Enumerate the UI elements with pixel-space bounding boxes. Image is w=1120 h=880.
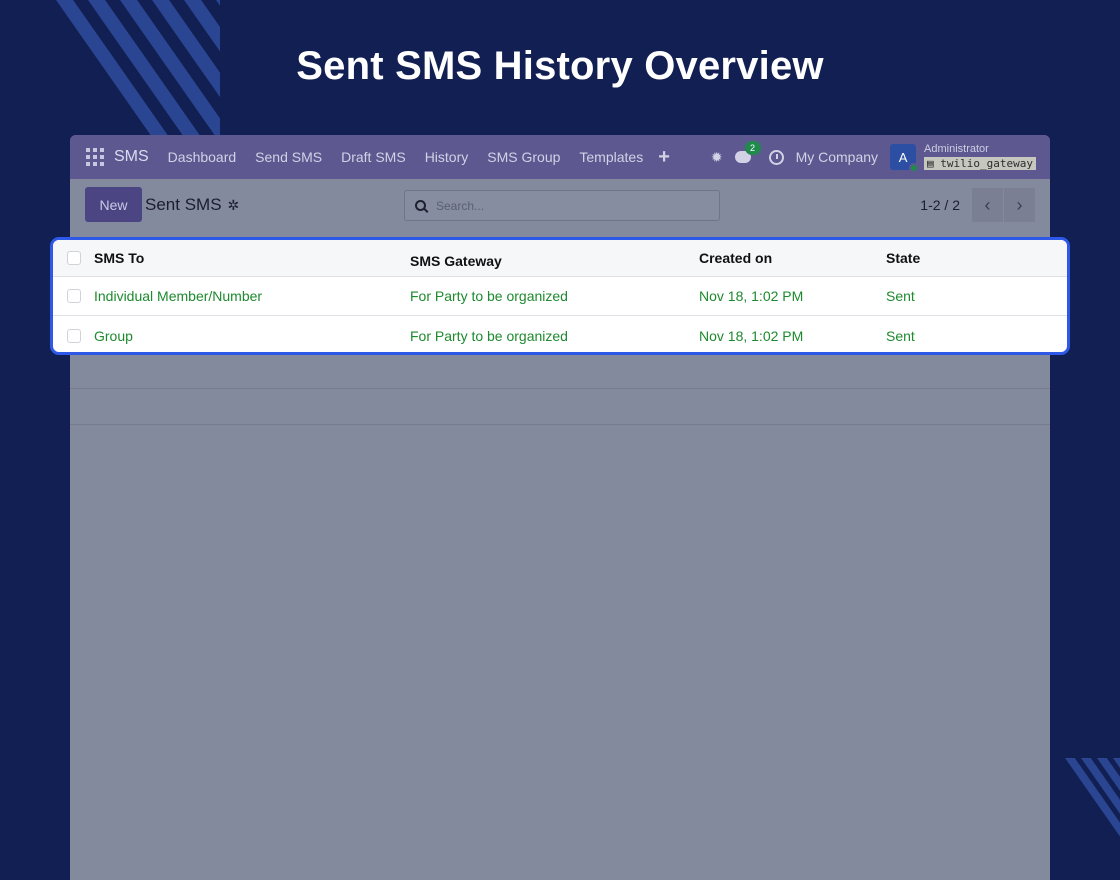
add-menu-icon[interactable]: + [658, 146, 670, 169]
search-icon [415, 200, 426, 211]
activity-clock-icon[interactable] [768, 149, 784, 165]
empty-row [70, 389, 1050, 425]
message-count-badge: 2 [744, 141, 761, 155]
nav-item-sms-group[interactable]: SMS Group [487, 149, 560, 165]
sent-sms-table: SMS To SMS Gateway Created on State Indi… [50, 237, 1070, 355]
column-header-sms-gateway[interactable]: SMS Gateway [410, 253, 502, 269]
decorative-stripes-bottom-right [1048, 758, 1120, 880]
column-header-created-on[interactable]: Created on [699, 250, 772, 266]
gear-icon[interactable]: ✲ [228, 197, 240, 214]
nav-item-templates[interactable]: Templates [579, 149, 643, 165]
nav-item-history[interactable]: History [425, 149, 469, 165]
user-menu[interactable]: Administrator ▤ twilio_gateway [924, 144, 1036, 170]
search-input[interactable] [436, 198, 696, 213]
company-switcher[interactable]: My Company [796, 149, 878, 165]
column-header-sms-to[interactable]: SMS To [94, 250, 144, 266]
breadcrumb-current: Sent SMS [145, 195, 222, 214]
new-button[interactable]: New [85, 187, 142, 222]
search-bar[interactable] [404, 190, 720, 221]
cell-state: Sent [886, 327, 915, 344]
column-header-state[interactable]: State [886, 250, 920, 266]
user-name: Administrator [924, 143, 989, 155]
cell-sms-gateway: For Party to be organized [410, 288, 568, 304]
app-menu-icon[interactable] [86, 148, 104, 166]
table-row[interactable]: Individual Member/Number For Party to be… [53, 277, 1067, 316]
page-heading: Sent SMS History Overview [296, 44, 824, 88]
empty-row [70, 353, 1050, 389]
control-panel: New Sent SMS ✲ 1-2 / 2 ‹ › [70, 179, 1050, 237]
pager-next-icon[interactable]: › [1004, 188, 1035, 222]
select-all-checkbox[interactable] [67, 251, 81, 265]
cell-sms-to: Individual Member/Number [94, 288, 263, 304]
online-status-icon [909, 163, 920, 173]
cell-created-on: Nov 18, 1:02 PM [699, 327, 804, 344]
row-checkbox[interactable] [67, 328, 81, 343]
breadcrumb: Sent SMS ✲ [145, 195, 239, 215]
empty-list-area [70, 353, 1050, 425]
top-navbar: SMS Dashboard Send SMS Draft SMS History… [70, 135, 1050, 179]
table-row[interactable]: Group For Party to be organized Nov 18, … [53, 316, 1067, 352]
database-name: ▤ twilio_gateway [924, 157, 1036, 170]
database-icon: ▤ [927, 157, 941, 170]
database-label: twilio_gateway [940, 157, 1033, 170]
cell-sms-to: Group [94, 327, 133, 344]
bug-icon[interactable]: ✹ [711, 149, 723, 166]
pager: 1-2 / 2 ‹ › [920, 188, 1035, 222]
cell-created-on: Nov 18, 1:02 PM [699, 288, 804, 304]
navbar-systray: ✹ 2 My Company A Administrator ▤ twilio_… [711, 141, 1036, 173]
avatar-letter: A [898, 149, 908, 165]
nav-item-dashboard[interactable]: Dashboard [168, 149, 237, 165]
app-name[interactable]: SMS [114, 148, 149, 166]
nav-item-draft-sms[interactable]: Draft SMS [341, 149, 406, 165]
row-checkbox[interactable] [67, 289, 81, 303]
cell-sms-gateway: For Party to be organized [410, 327, 568, 344]
avatar[interactable]: A [890, 144, 920, 173]
pager-previous-icon[interactable]: ‹ [972, 188, 1003, 222]
nav-item-send-sms[interactable]: Send SMS [255, 149, 322, 165]
cell-state: Sent [886, 288, 915, 304]
messages-button[interactable]: 2 [734, 141, 761, 163]
pager-value[interactable]: 1-2 / 2 [920, 197, 960, 213]
table-header-row: SMS To SMS Gateway Created on State [53, 240, 1067, 277]
